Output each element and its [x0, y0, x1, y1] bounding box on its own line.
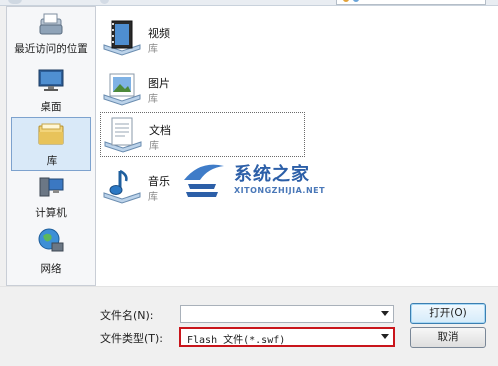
desktop-icon: [38, 69, 64, 91]
list-item-videos[interactable]: 视频 库: [100, 16, 305, 61]
file-type: 库: [149, 141, 159, 152]
file-name: 视频: [148, 27, 170, 40]
watermark: 系统之家 XITONGZHIJIA.NET: [178, 158, 368, 202]
sidebar-item-label: 库: [46, 155, 58, 167]
navigation-pane: 最近访问的位置 桌面 库 计算机 网络: [6, 6, 96, 286]
back-arrow-icon[interactable]: [8, 0, 22, 4]
filename-input[interactable]: [180, 305, 394, 323]
filetype-value: Flash 文件(*.swf): [187, 335, 286, 346]
list-item-documents[interactable]: 文档 库: [100, 112, 305, 157]
video-library-icon: [103, 20, 141, 56]
sidebar-item-recent-places[interactable]: 最近访问的位置: [11, 9, 91, 63]
sidebar-item-network[interactable]: 网络: [11, 225, 91, 279]
pictures-library-icon: [103, 73, 141, 106]
new-folder-icon[interactable]: [343, 0, 349, 2]
file-type: 库: [148, 44, 158, 55]
sidebar-item-label: 网络: [40, 263, 62, 275]
cancel-button[interactable]: 取消: [410, 327, 486, 348]
view-options-bar: [336, 0, 486, 5]
filetype-label: 文件类型(T):: [100, 332, 164, 345]
file-name: 文档: [149, 124, 171, 137]
sidebar-item-label: 桌面: [40, 101, 62, 113]
dialog-footer: 文件名(N): 打开(O) 文件类型(T): Flash 文件(*.swf) 取…: [0, 286, 498, 366]
file-list: 视频 库 图片 库 文档 库 音乐 库: [96, 6, 498, 286]
chevron-down-icon[interactable]: [381, 311, 389, 316]
list-item-pictures[interactable]: 图片 库: [100, 66, 305, 111]
watermark-logo-icon: [184, 164, 224, 197]
chevron-down-icon[interactable]: [381, 334, 389, 339]
filetype-select[interactable]: Flash 文件(*.swf): [179, 327, 395, 347]
file-name: 音乐: [148, 175, 170, 188]
documents-library-icon: [104, 117, 142, 153]
file-name: 图片: [148, 77, 170, 90]
file-type: 库: [148, 192, 158, 203]
watermark-subtitle: XITONGZHIJIA.NET: [234, 186, 326, 195]
recent-places-icon: [39, 13, 63, 35]
music-library-icon: [103, 169, 141, 204]
views-icon[interactable]: [353, 0, 359, 2]
sidebar-item-label: 最近访问的位置: [14, 43, 88, 55]
recent-pages-icon[interactable]: [100, 0, 109, 4]
sidebar-item-desktop[interactable]: 桌面: [11, 63, 91, 117]
network-icon: [38, 228, 64, 252]
sidebar-item-computer[interactable]: 计算机: [11, 173, 91, 227]
sidebar-item-libraries[interactable]: 库: [11, 117, 91, 171]
sidebar-item-label: 计算机: [35, 207, 67, 219]
libraries-icon: [38, 123, 64, 145]
open-button[interactable]: 打开(O): [410, 303, 486, 324]
computer-icon: [39, 177, 64, 197]
file-type: 库: [148, 94, 158, 105]
filename-label: 文件名(N):: [100, 309, 154, 322]
watermark-title: 系统之家: [234, 164, 310, 185]
